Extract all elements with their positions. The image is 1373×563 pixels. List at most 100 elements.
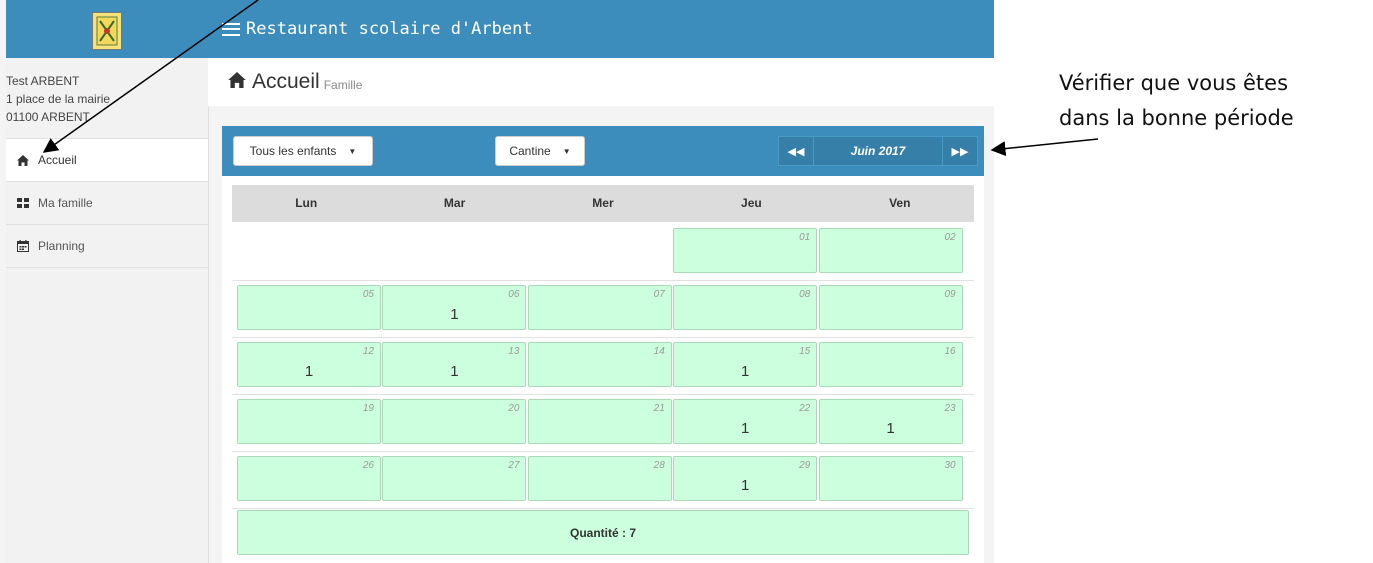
caret-down-icon: ▼ xyxy=(562,146,571,156)
month-navigation: ◀◀ Juin 2017 ▶▶ xyxy=(778,136,978,166)
calendar-week-row: 05 06 1 07 08 09 xyxy=(232,281,974,338)
calendar-day-cell[interactable]: 07 xyxy=(527,285,672,330)
calendar-day-cell[interactable]: 09 xyxy=(818,285,963,330)
calendar-day-cell[interactable]: 15 1 xyxy=(673,342,818,387)
annotation-line: dans la bonne période xyxy=(1059,106,1294,130)
app-title: Restaurant scolaire d'Arbent xyxy=(246,19,533,39)
panel-header: Tous les enfants ▼ Cantine ▼ ◀◀ Juin 201… xyxy=(222,126,984,176)
calendar-icon xyxy=(16,240,30,252)
weekday-label: Ven xyxy=(889,196,911,210)
weekday-label: Mar xyxy=(443,196,466,210)
sidebar-item-accueil[interactable]: Accueil xyxy=(6,138,208,181)
day-number: 13 xyxy=(508,346,520,357)
day-number: 26 xyxy=(362,460,374,471)
forward-icon: ▶▶ xyxy=(951,145,969,158)
logo-bar xyxy=(6,0,208,58)
day-number: 07 xyxy=(653,289,665,300)
day-number: 28 xyxy=(653,460,665,471)
day-number: 22 xyxy=(799,403,811,414)
sidebar-item-label: Ma famille xyxy=(38,196,93,210)
day-number: 20 xyxy=(508,403,520,414)
current-month: Juin 2017 xyxy=(814,136,942,166)
day-number: 09 xyxy=(944,289,956,300)
arrow-to-month-nav xyxy=(990,138,1099,157)
day-number: 14 xyxy=(653,346,665,357)
service-select-value: Cantine xyxy=(509,144,551,158)
caret-down-icon: ▼ xyxy=(348,146,357,156)
user-info: Test ARBENT 1 place de la mairie 01100 A… xyxy=(6,58,208,138)
content-header: Accueil Famille xyxy=(208,58,994,106)
children-select[interactable]: Tous les enfants ▼ xyxy=(233,136,373,166)
weekday-label: Jeu xyxy=(741,196,762,210)
sidebar-item-ma-famille[interactable]: Ma famille xyxy=(6,181,208,224)
sidebar-item-planning[interactable]: Planning xyxy=(6,224,208,268)
calendar-day-cell[interactable]: 22 1 xyxy=(673,399,818,444)
meal-quantity: 1 xyxy=(886,420,895,437)
meal-quantity: 1 xyxy=(741,363,750,380)
day-number: 30 xyxy=(944,460,956,471)
day-number: 01 xyxy=(799,232,811,243)
day-number: 19 xyxy=(362,403,374,414)
calendar-day-cell[interactable]: 01 xyxy=(673,228,818,273)
meal-quantity: 1 xyxy=(741,420,750,437)
page-subtitle: Famille xyxy=(323,78,363,92)
planning-panel: Tous les enfants ▼ Cantine ▼ ◀◀ Juin 201… xyxy=(222,126,984,563)
meal-quantity: 1 xyxy=(450,306,459,323)
calendar-day-cell[interactable]: 02 xyxy=(818,228,963,273)
calendar-day-cell[interactable]: 23 1 xyxy=(818,399,963,444)
calendar-week-row: 19 20 21 22 1 23 1 xyxy=(232,395,974,452)
calendar-day-cell[interactable]: 26 xyxy=(237,456,381,501)
app-window: Test ARBENT 1 place de la mairie 01100 A… xyxy=(0,0,994,563)
day-number: 05 xyxy=(362,289,374,300)
next-month-button[interactable]: ▶▶ xyxy=(942,136,978,166)
sidebar: Test ARBENT 1 place de la mairie 01100 A… xyxy=(6,0,209,563)
day-number: 08 xyxy=(799,289,811,300)
grid-icon xyxy=(16,198,30,208)
annotation-note: Vérifier que vous êtes dans la bonne pér… xyxy=(1059,66,1359,136)
calendar-day-cell[interactable]: 29 1 xyxy=(673,456,818,501)
user-name: Test ARBENT xyxy=(6,74,80,88)
calendar-day-cell[interactable]: 08 xyxy=(673,285,818,330)
day-number: 27 xyxy=(508,460,520,471)
sidebar-item-label: Accueil xyxy=(38,153,77,167)
day-number: 12 xyxy=(362,346,374,357)
calendar-week-row: 26 27 28 29 1 30 xyxy=(232,452,974,509)
backward-icon: ◀◀ xyxy=(787,145,805,158)
town-logo[interactable] xyxy=(92,12,122,50)
day-number: 29 xyxy=(799,460,811,471)
calendar-day-cell[interactable]: 21 xyxy=(527,399,672,444)
menu-toggle-icon[interactable] xyxy=(222,22,240,36)
calendar-day-cell[interactable]: 05 xyxy=(237,285,381,330)
meal-quantity: 1 xyxy=(450,363,459,380)
weekday-header: Lun Mar Mer Jeu Ven xyxy=(232,185,974,222)
calendar-day-cell[interactable]: 28 xyxy=(527,456,672,501)
meal-quantity: 1 xyxy=(304,363,314,380)
calendar-day-cell[interactable]: 13 1 xyxy=(382,342,527,387)
top-navbar: Restaurant scolaire d'Arbent xyxy=(208,0,994,58)
calendar-week-row: 12 1 13 1 14 15 1 16 xyxy=(232,338,974,395)
crest-icon xyxy=(96,16,118,46)
page-title: Accueil xyxy=(252,70,320,93)
annotation-line: Vérifier que vous êtes xyxy=(1059,71,1289,95)
calendar-day-cell[interactable]: 30 xyxy=(818,456,963,501)
calendar-day-cell[interactable]: 16 xyxy=(818,342,963,387)
calendar-day-cell[interactable]: 20 xyxy=(382,399,527,444)
children-select-value: Tous les enfants xyxy=(249,144,337,158)
day-number: 21 xyxy=(653,403,665,414)
calendar-day-cell[interactable]: 27 xyxy=(382,456,527,501)
calendar-day-cell[interactable]: 06 1 xyxy=(382,285,527,330)
service-select[interactable]: Cantine ▼ xyxy=(495,136,585,166)
calendar-day-cell[interactable]: 19 xyxy=(237,399,381,444)
weekday-label: Mer xyxy=(592,196,614,210)
previous-month-button[interactable]: ◀◀ xyxy=(778,136,814,166)
home-icon xyxy=(16,154,30,166)
calendar-day-cell[interactable]: 14 xyxy=(527,342,672,387)
day-number: 23 xyxy=(944,403,956,414)
calendar-day-cell[interactable]: 12 1 xyxy=(237,342,381,387)
user-address: 1 place de la mairie xyxy=(6,92,111,106)
total-quantity: Quantité : 7 xyxy=(237,510,969,555)
day-number: 02 xyxy=(944,232,956,243)
calendar-week-row: 01 02 xyxy=(232,224,974,281)
day-number: 06 xyxy=(508,289,520,300)
weekday-label: Lun xyxy=(295,196,318,210)
